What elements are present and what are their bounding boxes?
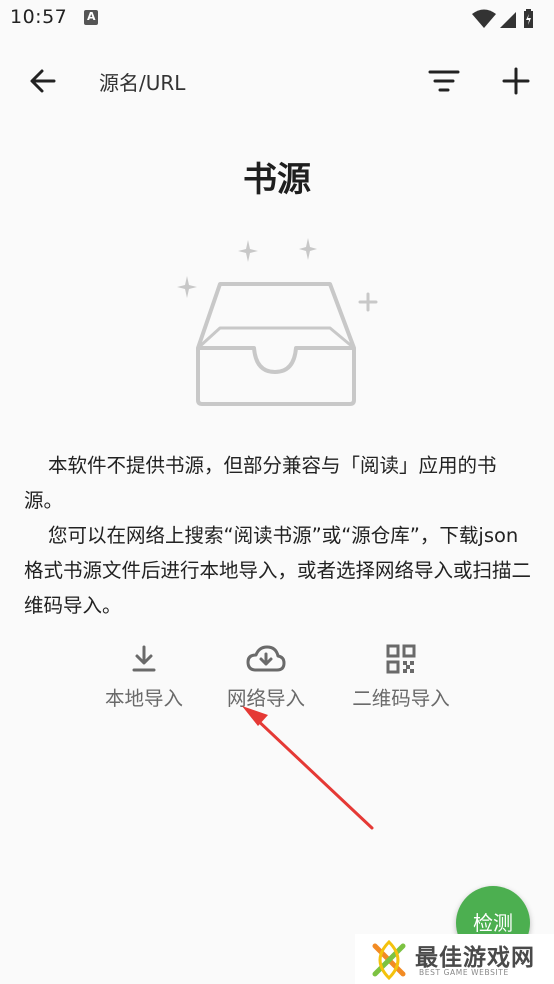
watermark: 最佳游戏网 BEST GAME WEBSITE — [355, 934, 554, 984]
back-button[interactable] — [26, 64, 60, 98]
qrcode-import-button[interactable]: 二维码导入 — [344, 644, 458, 714]
search-source-title[interactable]: 源名/URL — [99, 67, 185, 96]
status-bar: 10:57 — [0, 0, 554, 38]
wifi-icon — [472, 9, 496, 28]
filter-icon — [428, 70, 460, 92]
watermark-title: 最佳游戏网 — [415, 945, 535, 971]
status-time: 10:57 — [10, 6, 68, 28]
description-paragraph-1: 本软件不提供书源，但部分兼容与「阅读」应用的书源。 — [24, 454, 497, 512]
watermark-subtitle: BEST GAME WEBSITE — [419, 968, 509, 977]
battery-icon — [524, 9, 533, 28]
download-icon — [132, 645, 156, 672]
empty-inbox-illustration — [170, 236, 380, 412]
arrow-left-icon — [30, 69, 56, 93]
cloud-download-icon — [246, 645, 286, 672]
network-import-button[interactable]: 网络导入 — [218, 644, 314, 714]
network-import-label: 网络导入 — [226, 687, 305, 710]
empty-inbox-icon — [177, 238, 378, 406]
local-import-label: 本地导入 — [104, 687, 183, 710]
filter-button[interactable] — [426, 66, 462, 96]
plus-icon — [502, 67, 530, 95]
toolbar: 源名/URL — [0, 50, 554, 110]
qr-code-icon — [386, 644, 416, 674]
local-import-button[interactable]: 本地导入 — [96, 644, 192, 714]
description: 本软件不提供书源，但部分兼容与「阅读」应用的书源。 您可以在网络上搜索“阅读书源… — [24, 448, 534, 623]
signal-icon — [500, 12, 516, 28]
page-title: 书源 — [243, 160, 311, 200]
app-notification-icon — [84, 10, 98, 25]
watermark-logo-icon — [372, 939, 406, 981]
add-source-button[interactable] — [498, 64, 534, 98]
description-paragraph-2: 您可以在网络上搜索“阅读书源”或“源仓库”，下载json格式书源文件后进行本地导… — [24, 524, 532, 617]
qrcode-import-label: 二维码导入 — [352, 687, 450, 710]
status-icons — [470, 8, 542, 34]
